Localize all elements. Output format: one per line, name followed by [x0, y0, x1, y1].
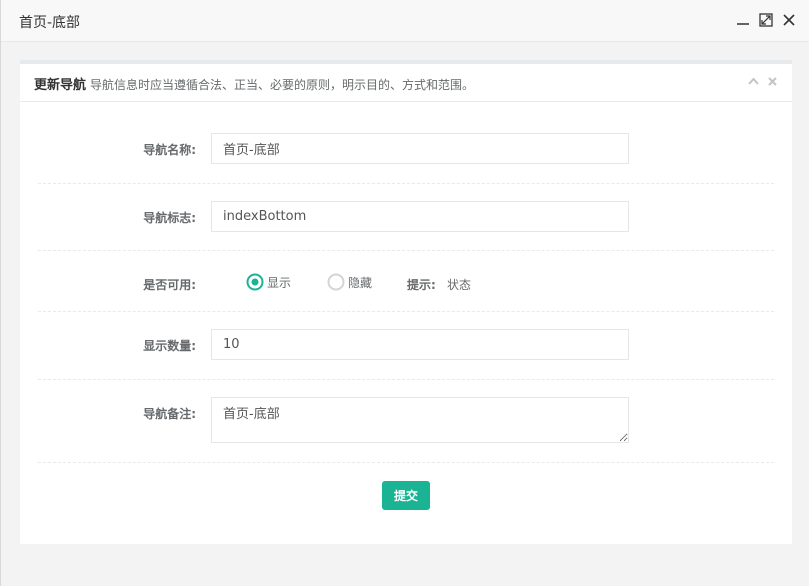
- row-divider: [38, 250, 774, 251]
- remark-label: 导航备注:: [143, 407, 196, 421]
- radio-checked-icon: [246, 273, 264, 291]
- radio-show-label: 显示: [267, 275, 292, 290]
- hint-value: 状态: [447, 278, 472, 292]
- enabled-label: 是否可用:: [143, 278, 196, 292]
- radio-show[interactable]: 显示: [246, 273, 291, 291]
- name-label: 导航名称:: [143, 143, 196, 157]
- flag-input[interactable]: [211, 201, 629, 232]
- radio-hide[interactable]: 隐藏: [327, 273, 372, 291]
- row-divider: [38, 183, 774, 184]
- flag-label: 导航标志:: [143, 211, 196, 225]
- window-controls: [736, 13, 796, 27]
- count-label: 显示数量:: [143, 339, 196, 353]
- chevron-up-icon[interactable]: [748, 76, 759, 87]
- panel-description: 导航信息时应当遵循合法、正当、必要的原则，明示目的、方式和范围。: [90, 78, 475, 92]
- panel-tools: [748, 76, 778, 87]
- radio-unchecked-icon: [327, 273, 345, 291]
- row-divider: [38, 311, 774, 312]
- panel-header: 更新导航 导航信息时应当遵循合法、正当、必要的原则，明示目的、方式和范围。: [20, 64, 792, 102]
- form-panel: 更新导航 导航信息时应当遵循合法、正当、必要的原则，明示目的、方式和范围。 导航名…: [20, 60, 792, 544]
- close-icon[interactable]: [782, 13, 796, 27]
- title-bar: 首页-底部: [1, 0, 809, 42]
- row-divider: [38, 379, 774, 380]
- maximize-icon[interactable]: [759, 13, 773, 27]
- count-input[interactable]: [211, 329, 629, 360]
- name-input[interactable]: [211, 133, 629, 164]
- remark-textarea[interactable]: 首页-底部: [211, 397, 629, 443]
- radio-hide-label: 隐藏: [348, 275, 373, 290]
- hint-label: 提示:: [407, 278, 436, 292]
- submit-button[interactable]: 提交: [382, 481, 430, 510]
- panel-title: 更新导航: [34, 78, 87, 93]
- panel-body: 导航名称: 导航标志: 是否可用: 显示: [20, 103, 792, 548]
- dialog-window: 首页-底部 更新导航 导航信息时应当遵循合法、正当、必要的原则，明示目的、方式和…: [0, 0, 809, 586]
- window-title: 首页-底部: [19, 15, 81, 31]
- panel-close-icon[interactable]: [767, 76, 778, 87]
- panel-heading: 更新导航 导航信息时应当遵循合法、正当、必要的原则，明示目的、方式和范围。: [34, 74, 474, 93]
- row-divider: [38, 462, 774, 463]
- minimize-icon[interactable]: [736, 13, 750, 27]
